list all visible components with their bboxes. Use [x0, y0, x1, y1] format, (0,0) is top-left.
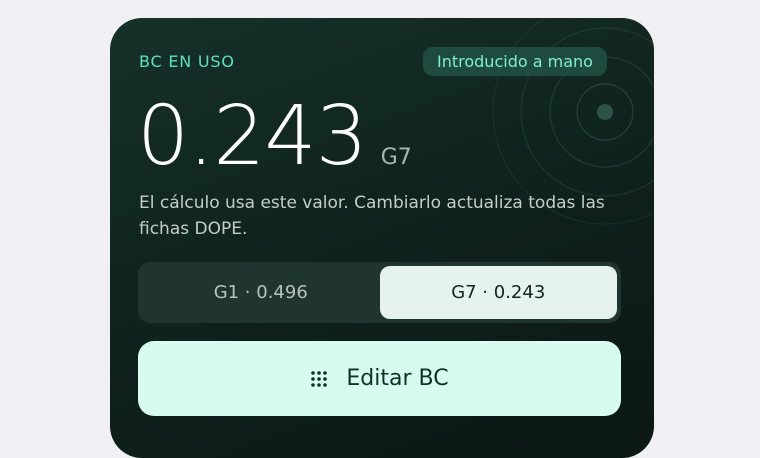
source-badge: Introducido a mano [423, 47, 607, 76]
section-label: BC EN USO [139, 52, 235, 71]
edit-bc-button[interactable]: Editar BC [138, 341, 621, 416]
value-display: 0.243 G7 [137, 96, 412, 178]
bc-value: 0.243 [137, 89, 368, 184]
bc-unit: G7 [380, 145, 412, 170]
ballistic-coefficient-card: BC EN USO Introducido a mano 0.243 G7 El… [110, 18, 654, 458]
keypad-grid-icon [311, 370, 328, 387]
segment-g7[interactable]: G7 · 0.243 [379, 266, 617, 319]
drag-model-segmented-control: G1 · 0.496 G7 · 0.243 [138, 262, 621, 323]
edit-bc-label: Editar BC [346, 366, 449, 391]
segment-g1[interactable]: G1 · 0.496 [142, 266, 380, 319]
description-text: El cálculo usa este valor. Cambiarlo act… [139, 193, 605, 239]
